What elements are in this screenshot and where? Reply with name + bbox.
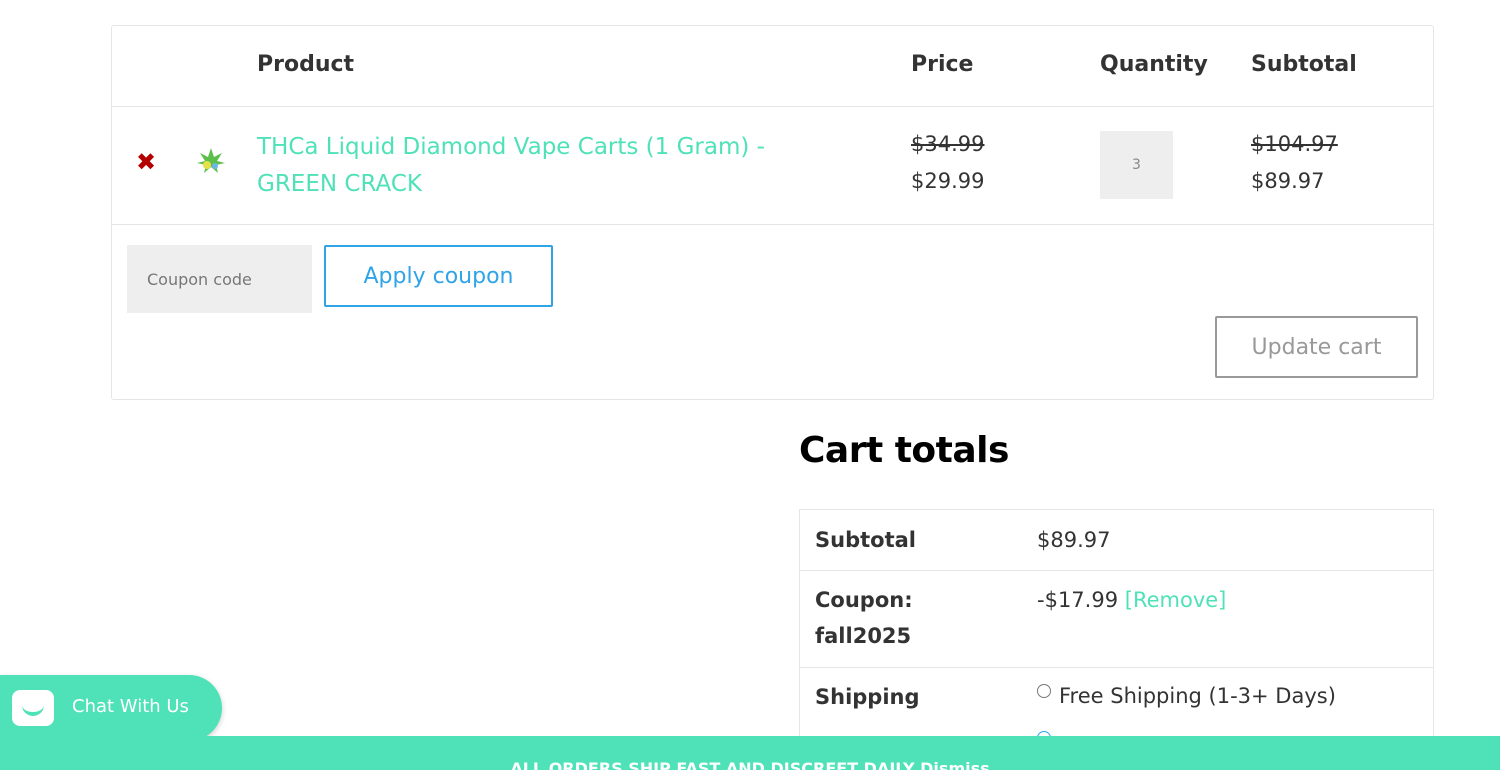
subtotal-original: $104.97 xyxy=(1251,132,1338,156)
header-quantity: Quantity xyxy=(1100,52,1208,77)
free-shipping-label[interactable]: Free Shipping (1-3+ Days) xyxy=(1059,678,1336,714)
promo-text: ALL ORDERS SHIP FAST AND DISCREET DAILY … xyxy=(510,759,990,770)
price-original: $34.99 xyxy=(911,132,985,156)
subtotal-sale: $89.97 xyxy=(1251,169,1325,193)
item-divider xyxy=(112,224,1433,225)
totals-divider xyxy=(800,570,1433,571)
header-divider xyxy=(112,106,1433,107)
price-sale: $29.99 xyxy=(911,169,985,193)
cart-totals-table: Subtotal $89.97 Coupon: fall2025 -$17.99… xyxy=(799,509,1434,770)
totals-subtotal-value: $89.97 xyxy=(1037,528,1111,552)
update-cart-button[interactable]: Update cart xyxy=(1215,316,1418,378)
coupon-value: -$17.99 [Remove] xyxy=(1037,582,1226,618)
coupon-label: Coupon: xyxy=(815,588,913,612)
totals-subtotal-label: Subtotal xyxy=(815,528,916,552)
product-name-link[interactable]: THCa Liquid Diamond Vape Carts (1 Gram) … xyxy=(257,129,837,203)
cannabis-leaf-icon[interactable] xyxy=(194,144,228,178)
coupon-code-label: fall2025 xyxy=(815,624,912,648)
free-shipping-radio[interactable] xyxy=(1037,684,1051,698)
cart-totals-title: Cart totals xyxy=(799,430,1009,471)
chat-widget-button[interactable]: Chat With Us xyxy=(0,675,222,741)
totals-divider xyxy=(800,667,1433,668)
header-subtotal: Subtotal xyxy=(1251,52,1357,77)
remove-coupon-link[interactable]: [Remove] xyxy=(1125,588,1227,612)
quantity-input[interactable]: 3 xyxy=(1100,131,1173,199)
header-product: Product xyxy=(257,52,355,77)
shipping-label: Shipping xyxy=(815,685,920,709)
coupon-code-input[interactable] xyxy=(127,245,312,313)
header-price: Price xyxy=(911,52,974,77)
remove-item-icon[interactable]: ✖ xyxy=(136,150,156,174)
chat-bubble-icon xyxy=(12,690,54,726)
chat-label: Chat With Us xyxy=(72,696,189,717)
promo-banner: ALL ORDERS SHIP FAST AND DISCREET DAILY … xyxy=(0,736,1500,770)
cart-table: Product Price Quantity Subtotal ✖ THCa L… xyxy=(111,25,1434,400)
apply-coupon-button[interactable]: Apply coupon xyxy=(324,245,553,307)
coupon-discount: -$17.99 xyxy=(1037,588,1119,612)
